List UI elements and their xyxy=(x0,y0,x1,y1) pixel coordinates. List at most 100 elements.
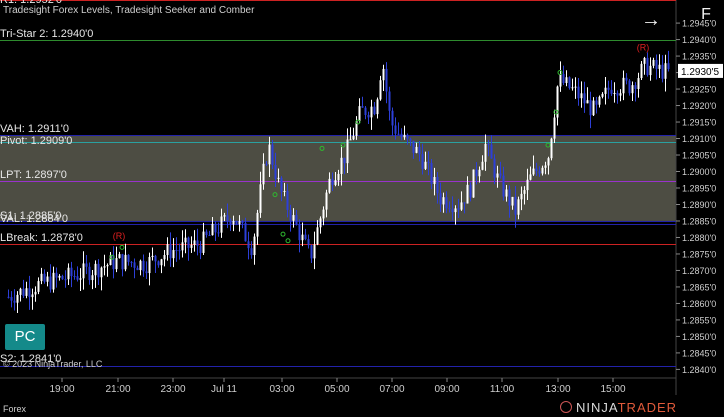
seeker-marker-icon xyxy=(280,231,286,237)
candle-body xyxy=(82,263,85,279)
candle-body xyxy=(70,267,73,277)
candle-body xyxy=(361,106,364,108)
candle-body xyxy=(460,202,463,210)
candle-body xyxy=(445,197,448,209)
candle-body xyxy=(622,77,625,94)
candle-body xyxy=(634,85,637,89)
candle-body xyxy=(565,77,568,84)
candle-body xyxy=(46,276,49,282)
reversal-marker: (R) xyxy=(637,42,650,52)
candle-body xyxy=(409,138,412,141)
time-tick-label: 05:00 xyxy=(324,384,349,395)
candle-body xyxy=(586,100,589,104)
candle-body xyxy=(28,288,31,298)
candle-body xyxy=(10,297,13,301)
price-tick-label: 1.2855'0 xyxy=(682,315,716,325)
level-label: VAH: 1.2911'0 xyxy=(0,123,69,135)
candle-body xyxy=(637,78,640,89)
seeker-marker-icon xyxy=(285,238,291,244)
candle-body xyxy=(298,224,301,241)
candle-body xyxy=(418,146,421,155)
candle-body xyxy=(487,143,490,145)
time-tick-label: 11:00 xyxy=(490,384,515,395)
candle-body xyxy=(223,215,226,217)
navigate-right-icon[interactable]: → xyxy=(636,10,666,32)
candle-body xyxy=(271,144,274,165)
ninjatrader-logo: NINJATRADER xyxy=(560,400,677,415)
candle-body xyxy=(25,288,28,296)
candle-body xyxy=(439,193,442,205)
candle-body xyxy=(604,87,607,94)
candle-body xyxy=(583,93,586,104)
candle-body xyxy=(58,275,61,278)
candle-body xyxy=(430,162,433,184)
candle-body xyxy=(640,63,643,79)
candle-body xyxy=(655,59,658,69)
price-chart[interactable]: 1.2840'0 1.2845'0 1.2850'0 1.2855'0 1.2860'0… xyxy=(0,0,724,417)
candle-body xyxy=(7,296,10,298)
candle-body xyxy=(400,133,403,138)
candle-body xyxy=(631,85,634,94)
candle-body xyxy=(133,262,136,268)
candle-body xyxy=(427,161,430,163)
candle-body xyxy=(421,154,424,169)
candle-body xyxy=(337,173,340,181)
candle-body xyxy=(172,250,175,259)
price-tick-label: 1.2915'0 xyxy=(682,118,716,128)
candle-body xyxy=(124,254,127,270)
time-tick-label: Jul 11 xyxy=(211,384,237,395)
candle-body xyxy=(415,146,418,153)
candle-body xyxy=(253,236,256,256)
candle-body xyxy=(457,208,460,210)
candle-body xyxy=(331,178,334,185)
candle-body xyxy=(316,227,319,245)
pc-button[interactable]: PC xyxy=(5,324,45,350)
candle-body xyxy=(52,272,55,290)
f-button[interactable]: F xyxy=(688,0,724,30)
candle-body xyxy=(100,267,103,278)
candle-body xyxy=(325,192,328,210)
price-tick-label: 1.2910'0 xyxy=(682,134,716,144)
candle-body xyxy=(13,300,16,303)
candle-body xyxy=(559,73,562,87)
candle-body xyxy=(544,165,547,168)
candle-body xyxy=(208,235,211,237)
reversal-marker: (R) xyxy=(113,231,126,241)
candle-body xyxy=(481,161,484,170)
candle-body xyxy=(532,168,535,175)
candle-body xyxy=(574,86,577,88)
candle-body xyxy=(301,234,304,241)
candle-body xyxy=(523,190,526,194)
candle-body xyxy=(592,100,595,116)
candle-body xyxy=(364,107,367,115)
price-tick-label: 1.2905'0 xyxy=(682,151,716,161)
candle-body xyxy=(367,114,370,118)
candle-body xyxy=(610,89,613,94)
candle-body xyxy=(34,291,37,295)
candle-body xyxy=(181,242,184,251)
price-tick-label: 1.2885'0 xyxy=(682,216,716,226)
candle-body xyxy=(97,263,100,278)
candle-body xyxy=(259,184,262,213)
candle-body xyxy=(73,276,76,278)
candle-body xyxy=(505,189,508,197)
candle-body xyxy=(319,218,322,228)
candle-body xyxy=(595,100,598,105)
candle-body xyxy=(646,57,649,76)
candle-body xyxy=(187,237,190,248)
candle-body xyxy=(226,215,229,221)
candle-body xyxy=(397,133,400,135)
candle-body xyxy=(616,93,619,96)
candle-body xyxy=(277,177,280,179)
candle-body xyxy=(379,80,382,100)
candle-body xyxy=(424,161,427,169)
candle-body xyxy=(280,177,283,192)
candle-body xyxy=(220,216,223,233)
candle-body xyxy=(619,93,622,96)
candle-body xyxy=(130,261,133,263)
candle-body xyxy=(196,240,199,246)
candle-body xyxy=(244,222,247,242)
candle-body xyxy=(19,288,22,295)
candle-body xyxy=(598,96,601,105)
candle-body xyxy=(256,212,259,237)
